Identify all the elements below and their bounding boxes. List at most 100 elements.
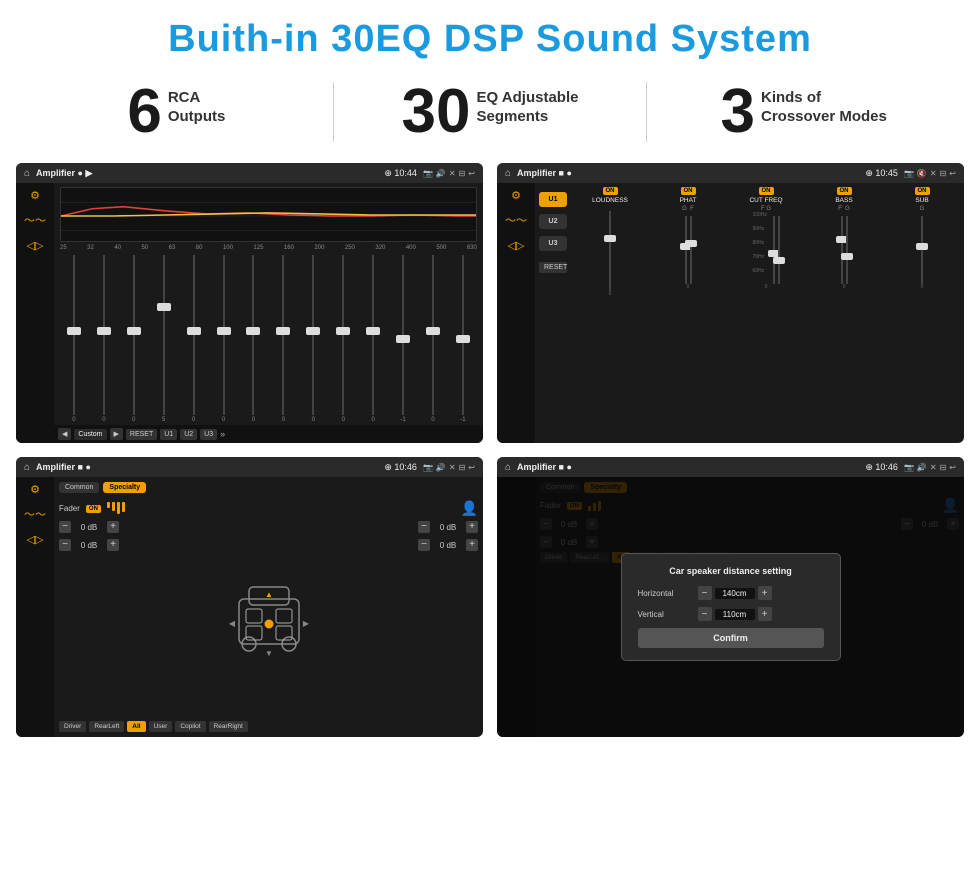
- fader-sidebar: ⚙ 〜〜 ◁▷: [16, 477, 54, 737]
- db-value-4: 0 dB: [434, 541, 462, 550]
- phat-on[interactable]: ON: [681, 187, 696, 195]
- fader-btn-copilot[interactable]: Copilot: [175, 721, 205, 732]
- eq-icon-2[interactable]: 〜〜: [24, 216, 46, 227]
- stat-rca: 6 RCAOutputs: [40, 81, 313, 143]
- confirm-button[interactable]: Confirm: [638, 628, 824, 648]
- time-amp: ⊕ 10:45: [865, 168, 898, 179]
- amp-u2-btn[interactable]: U2: [539, 214, 567, 229]
- db-minus-1[interactable]: −: [59, 521, 71, 533]
- dialog-overlay: Car speaker distance setting Horizontal …: [497, 477, 964, 737]
- db-value-3: 0 dB: [434, 523, 462, 532]
- loudness-on[interactable]: ON: [603, 187, 618, 195]
- stat-label-crossover: Kinds ofCrossover Modes: [761, 81, 887, 127]
- db-row-4: − 0 dB +: [418, 539, 478, 551]
- eq-u3-btn[interactable]: U3: [200, 429, 217, 440]
- db-plus-3[interactable]: +: [466, 521, 478, 533]
- svg-text:▲: ▲: [265, 590, 273, 599]
- db-row-2: − 0 dB +: [59, 539, 119, 551]
- dialog-horizontal-plus[interactable]: +: [758, 586, 772, 600]
- dialog-title: Car speaker distance setting: [638, 566, 824, 576]
- fader-btn-driver[interactable]: Driver: [59, 721, 86, 732]
- db-plus-4[interactable]: +: [466, 539, 478, 551]
- screen-eq: ⌂ Amplifier ● ▶ ⊕ 10:44 📷🔊✕⊟↩ ⚙ 〜〜 ◁▷: [16, 163, 483, 443]
- db-plus-1[interactable]: +: [107, 521, 119, 533]
- eq-slider-2[interactable]: 0: [120, 255, 148, 423]
- fader-on-badge[interactable]: ON: [86, 505, 101, 513]
- eq-slider-13[interactable]: -1: [449, 255, 477, 423]
- eq-slider-0[interactable]: 0: [60, 255, 88, 423]
- eq-icon-3[interactable]: ◁▷: [27, 241, 44, 252]
- time-dialog: ⊕ 10:46: [865, 462, 898, 473]
- fader-btn-rearleft[interactable]: RearLeft: [89, 721, 124, 732]
- topbar-icons-fader: 📷🔊✕⊟↩: [423, 463, 475, 472]
- eq-slider-12[interactable]: 0: [419, 255, 447, 423]
- eq-preset-label: Custom: [74, 429, 106, 440]
- stat-divider-1: [333, 82, 334, 142]
- eq-u1-btn[interactable]: U1: [160, 429, 177, 440]
- home-icon-3[interactable]: ⌂: [24, 462, 30, 473]
- screen-fader: ⌂ Amplifier ■ ● ⊕ 10:46 📷🔊✕⊟↩ ⚙ 〜〜 ◁▷ Co…: [16, 457, 483, 737]
- db-plus-2[interactable]: +: [107, 539, 119, 551]
- eq-slider-7[interactable]: 0: [269, 255, 297, 423]
- eq-sliders-row: 0 0 0 5 0 0 0 0 0 0 0 -1 0 -1: [60, 255, 477, 423]
- eq-sidebar: ⚙ 〜〜 ◁▷: [16, 183, 54, 443]
- fader-btn-all[interactable]: All: [127, 721, 145, 732]
- dialog-horizontal-row: Horizontal − 140cm +: [638, 586, 824, 600]
- time-fader: ⊕ 10:46: [384, 462, 417, 473]
- home-icon-4[interactable]: ⌂: [505, 462, 511, 473]
- time-eq: ⊕ 10:44: [384, 168, 417, 179]
- fader-icon-3[interactable]: ◁▷: [27, 535, 44, 546]
- title-amp: Amplifier ■ ●: [517, 168, 859, 178]
- home-icon-1[interactable]: ⌂: [24, 168, 30, 179]
- eq-slider-3[interactable]: 5: [150, 255, 178, 423]
- eq-slider-9[interactable]: 0: [329, 255, 357, 423]
- dialog-horizontal-minus[interactable]: −: [698, 586, 712, 600]
- amp-u1-btn[interactable]: U1: [539, 192, 567, 207]
- eq-u2-btn[interactable]: U2: [180, 429, 197, 440]
- tab-specialty[interactable]: Specialty: [103, 482, 146, 493]
- eq-expand-btn[interactable]: »: [220, 429, 225, 439]
- eq-reset-btn[interactable]: RESET: [126, 429, 157, 440]
- sub-title: SUB: [915, 197, 928, 204]
- db-minus-3[interactable]: −: [418, 521, 430, 533]
- eq-slider-6[interactable]: 0: [240, 255, 268, 423]
- eq-prev-btn[interactable]: ◀: [58, 428, 71, 440]
- eq-slider-1[interactable]: 0: [90, 255, 118, 423]
- db-minus-2[interactable]: −: [59, 539, 71, 551]
- fader-btn-rearright[interactable]: RearRight: [209, 721, 248, 732]
- tab-common[interactable]: Common: [59, 482, 99, 493]
- amp-icon-1[interactable]: ⚙: [511, 191, 521, 202]
- cutfreq-on[interactable]: ON: [759, 187, 774, 195]
- eq-slider-5[interactable]: 0: [210, 255, 238, 423]
- eq-slider-8[interactable]: 0: [299, 255, 327, 423]
- dialog-horizontal-value: 140cm: [715, 588, 755, 599]
- db-value-1: 0 dB: [75, 523, 103, 532]
- amp-icon-2[interactable]: 〜〜: [505, 216, 527, 227]
- fader-btn-user[interactable]: User: [149, 721, 173, 732]
- eq-slider-11[interactable]: -1: [389, 255, 417, 423]
- amp-section-phat: ON PHAT G F 0: [650, 187, 726, 439]
- topbar-icons-dialog: 📷🔊✕⊟↩: [904, 463, 956, 472]
- eq-icon-1[interactable]: ⚙: [30, 191, 40, 202]
- amp-u3-btn[interactable]: U3: [539, 236, 567, 251]
- eq-bottom-bar: ◀ Custom ▶ RESET U1 U2 U3 »: [54, 425, 483, 443]
- amp-icon-3[interactable]: ◁▷: [508, 241, 525, 252]
- eq-play-btn[interactable]: ▶: [110, 428, 123, 440]
- stat-number-6: 6: [127, 81, 161, 143]
- fader-icon-1[interactable]: ⚙: [30, 485, 40, 496]
- topbar-eq: ⌂ Amplifier ● ▶ ⊕ 10:44 📷🔊✕⊟↩: [16, 163, 483, 183]
- amp-section-loudness: ON LOUDNESS 0: [572, 187, 648, 439]
- stat-divider-2: [646, 82, 647, 142]
- home-icon-2[interactable]: ⌂: [505, 168, 511, 179]
- eq-slider-4[interactable]: 0: [180, 255, 208, 423]
- topbar-fader: ⌂ Amplifier ■ ● ⊕ 10:46 📷🔊✕⊟↩: [16, 457, 483, 477]
- eq-slider-10[interactable]: 0: [359, 255, 387, 423]
- amp-reset-btn[interactable]: RESET: [539, 262, 567, 273]
- fader-icon-2[interactable]: 〜〜: [24, 510, 46, 521]
- bass-on[interactable]: ON: [837, 187, 852, 195]
- db-minus-4[interactable]: −: [418, 539, 430, 551]
- dialog-vertical-minus[interactable]: −: [698, 607, 712, 621]
- dialog-vertical-value: 110cm: [715, 609, 755, 620]
- dialog-vertical-plus[interactable]: +: [758, 607, 772, 621]
- sub-on[interactable]: ON: [915, 187, 930, 195]
